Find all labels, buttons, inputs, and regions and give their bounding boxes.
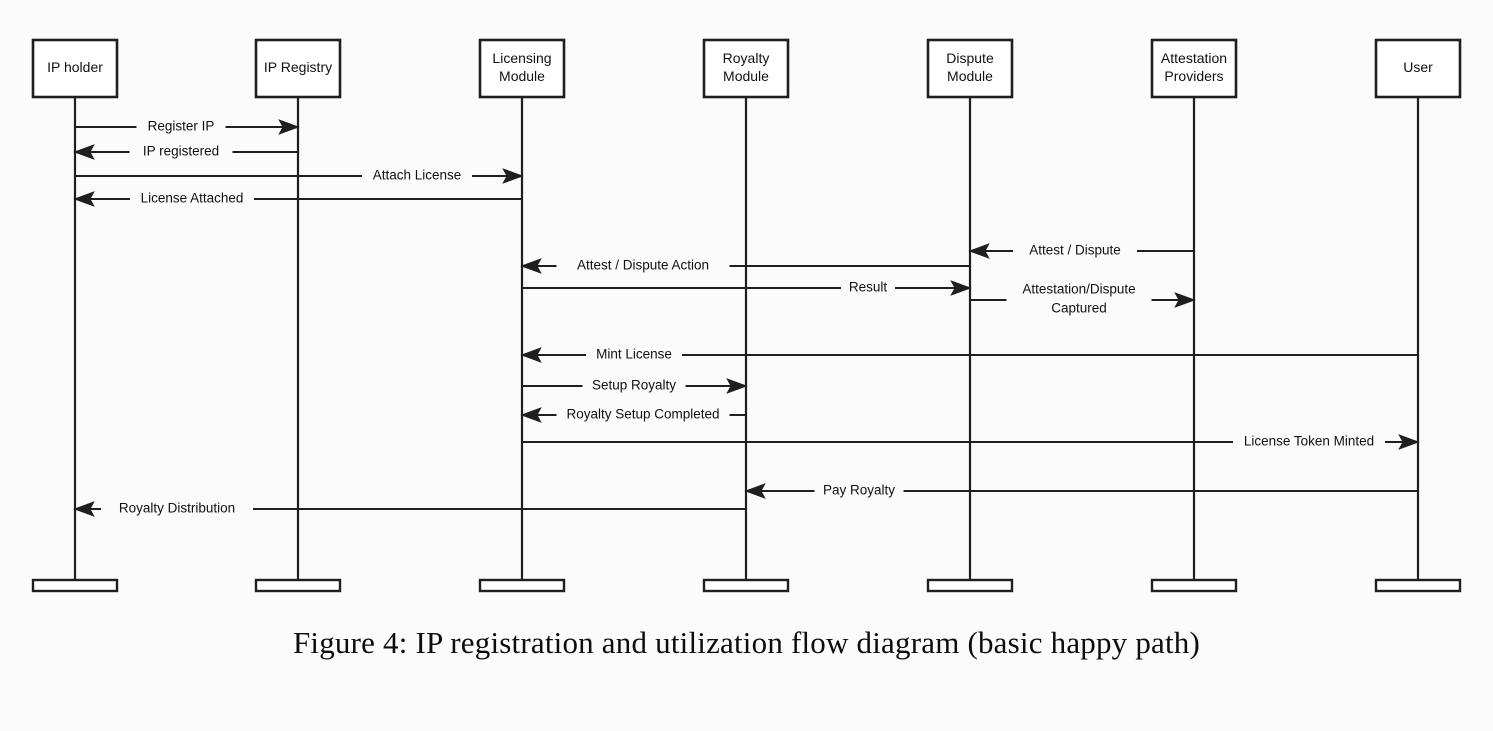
message-label-attest-dispute: Attest / Dispute xyxy=(1029,243,1121,258)
message-label-attestation-captured: Captured xyxy=(1051,301,1107,316)
message-royalty-distribution: Royalty Distribution xyxy=(73,501,746,517)
participant-ip-registry[interactable]: IP Registry xyxy=(254,38,342,99)
lifelines-group xyxy=(73,97,1420,591)
message-label-royalty-setup-completed: Royalty Setup Completed xyxy=(566,407,719,422)
footer-bars-group xyxy=(31,578,1462,593)
message-label-royalty-distribution: Royalty Distribution xyxy=(119,501,235,516)
message-label-register-ip: Register IP xyxy=(148,119,215,134)
footer-bar-royalty xyxy=(702,578,790,593)
message-label-mint-license: Mint License xyxy=(596,347,672,362)
message-label-pay-royalty: Pay Royalty xyxy=(823,483,895,498)
participant-label-licensing: Module xyxy=(499,68,545,84)
participant-label-licensing: Licensing xyxy=(492,50,551,66)
participant-dispute[interactable]: Dispute Module xyxy=(926,38,1014,99)
participant-ip-holder[interactable]: IP holder xyxy=(31,38,119,99)
message-label-result: Result xyxy=(849,280,888,295)
message-attestation-captured: Attestation/Dispute Captured xyxy=(970,280,1196,318)
participant-label-royalty: Royalty xyxy=(723,50,770,66)
message-ip-registered: IP registered xyxy=(73,144,298,160)
message-label-setup-royalty: Setup Royalty xyxy=(592,378,676,393)
participant-label-dispute: Dispute xyxy=(946,50,994,66)
figure-page: Register IP IP registered Attach License Li… xyxy=(0,0,1493,731)
message-label-attestation-captured: Attestation/Dispute xyxy=(1022,282,1135,297)
message-setup-royalty: Setup Royalty xyxy=(522,378,748,394)
message-pay-royalty: Pay Royalty xyxy=(744,483,1418,499)
message-label-ip-registered: IP registered xyxy=(143,144,219,159)
footer-bar-ip-holder xyxy=(31,578,119,593)
participant-label-attestation: Attestation xyxy=(1161,50,1227,66)
participant-attestation[interactable]: Attestation Providers xyxy=(1150,38,1238,99)
participant-label-ip-registry: IP Registry xyxy=(264,59,332,75)
figure-caption: Figure 4: IP registration and utilizatio… xyxy=(292,625,1201,660)
participant-label-ip-holder: IP holder xyxy=(47,59,103,75)
sequence-diagram-canvas: Register IP IP registered Attach License Li… xyxy=(31,38,1462,593)
participant-label-user: User xyxy=(1403,59,1433,75)
message-label-attest-dispute-action: Attest / Dispute Action xyxy=(577,258,709,273)
message-register-ip: Register IP xyxy=(75,119,300,135)
participant-royalty[interactable]: Royalty Module xyxy=(702,38,790,99)
participant-label-dispute: Module xyxy=(947,68,993,84)
participant-label-attestation: Providers xyxy=(1164,68,1223,84)
participants-group: IP holder IP RegistryLicensingModuleRoyal… xyxy=(31,38,1462,99)
footer-bar-ip-registry xyxy=(254,578,342,593)
footer-bar-attestation xyxy=(1150,578,1238,593)
footer-bar-user xyxy=(1374,578,1462,593)
message-attest-dispute: Attest / Dispute xyxy=(968,243,1194,259)
participant-label-royalty: Module xyxy=(723,68,769,84)
message-label-license-attached: License Attached xyxy=(141,191,244,206)
footer-bar-dispute xyxy=(926,578,1014,593)
participant-licensing[interactable]: Licensing Module xyxy=(478,38,566,99)
message-label-license-token-minted: License Token Minted xyxy=(1244,434,1374,449)
footer-bar-licensing xyxy=(478,578,566,593)
message-label-attach-license: Attach License xyxy=(373,168,462,183)
message-royalty-setup-completed: Royalty Setup Completed xyxy=(520,407,746,423)
sequence-diagram: Register IP IP registered Attach License Li… xyxy=(0,0,1493,625)
participant-user[interactable]: User xyxy=(1374,38,1462,99)
